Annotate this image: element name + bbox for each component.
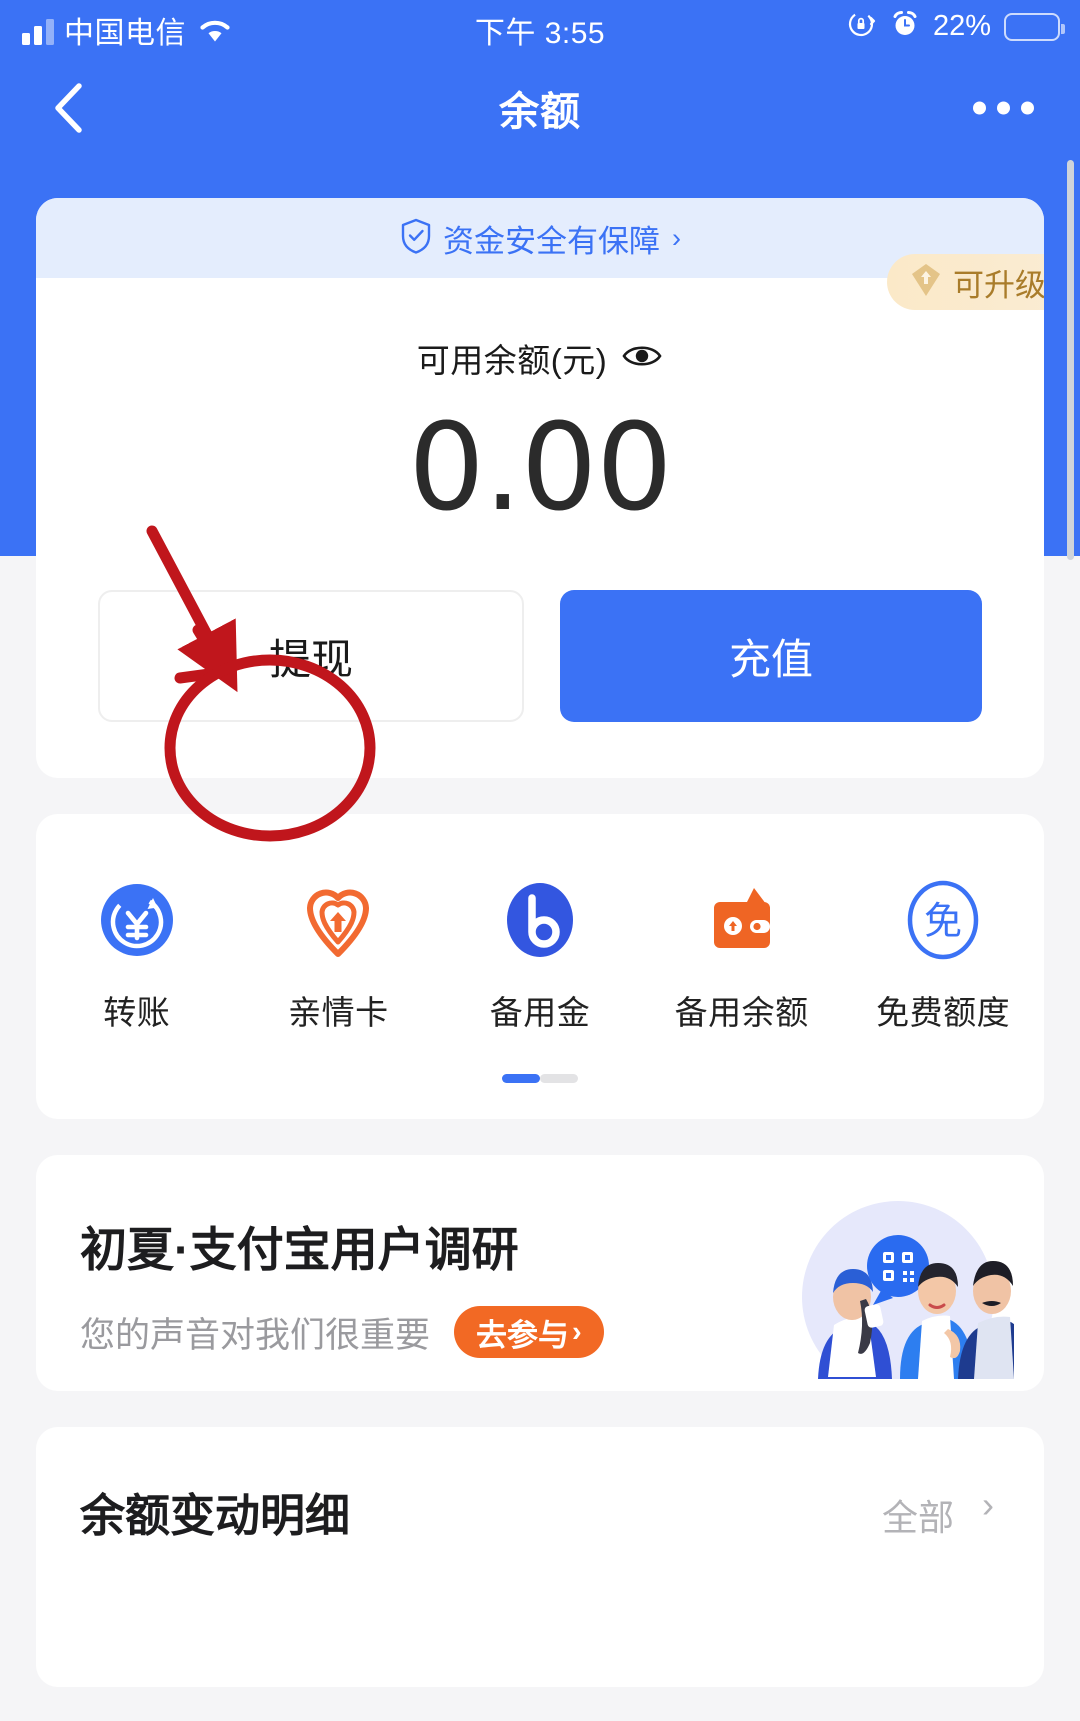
page-scroll-area[interactable]: 资金安全有保障 › 可升级 可用余额(元) 0.00 提现 充值 转账 亲情卡 … xyxy=(0,158,1080,1721)
back-chevron-icon[interactable] xyxy=(40,78,100,138)
battery-percent-label: 22% xyxy=(932,10,991,42)
eye-icon[interactable] xyxy=(621,341,663,376)
withdraw-button[interactable]: 提现 xyxy=(98,590,524,722)
shield-check-icon xyxy=(399,217,433,260)
survey-title: 初夏·支付宝用户调研 xyxy=(80,1223,519,1276)
balance-card: 资金安全有保障 › 可升级 可用余额(元) 0.00 提现 充值 xyxy=(36,198,1044,778)
upgrade-badge[interactable]: 可升级 xyxy=(887,254,1044,310)
survey-join-button[interactable]: 去参与 › xyxy=(454,1306,604,1358)
balance-amount: 0.00 xyxy=(408,399,672,538)
quick-action-label: 亲情卡 xyxy=(288,994,389,1031)
balance-detail-title: 余额变动明细 xyxy=(80,1490,351,1541)
balance-body: 可升级 可用余额(元) 0.00 提现 充值 xyxy=(36,254,1044,778)
vertical-scrollbar[interactable] xyxy=(1067,160,1074,560)
quick-actions-row: 转账 亲情卡 备用金 备用余额 免 免费额度 xyxy=(36,880,1044,1034)
status-bar-right: 22% xyxy=(847,9,1065,44)
survey-join-label: 去参与 xyxy=(476,1317,570,1353)
chevron-right-icon: › xyxy=(672,222,681,253)
rotation-lock-icon xyxy=(847,9,877,44)
quick-action-label: 转账 xyxy=(103,994,171,1031)
quick-action-label: 备用金 xyxy=(489,994,591,1031)
three-people-qr-illustration xyxy=(782,1169,1014,1379)
transfer-yuan-icon xyxy=(97,880,177,960)
survey-text-block: 初夏·支付宝用户调研 您的声音对我们很重要 去参与 › xyxy=(80,1211,604,1358)
alarm-clock-icon xyxy=(890,9,920,44)
battery-icon xyxy=(1004,12,1065,41)
quick-action-label: 备用余额 xyxy=(674,994,809,1031)
quick-action-transfer[interactable]: 转账 xyxy=(36,880,238,1034)
family-heart-icon xyxy=(298,880,378,960)
available-balance-label: 可用余额(元) xyxy=(416,342,608,379)
recharge-button[interactable]: 充值 xyxy=(560,590,982,722)
wallet-icon xyxy=(702,880,782,960)
quick-action-reserve-fund[interactable]: 备用金 xyxy=(439,880,641,1034)
survey-subtitle: 您的声音对我们很重要 xyxy=(80,1315,431,1355)
more-dots-icon[interactable] xyxy=(973,101,1034,115)
pagination-dot[interactable] xyxy=(540,1074,578,1083)
fund-safety-label: 资金安全有保障 xyxy=(443,223,660,259)
survey-subtitle-row: 您的声音对我们很重要 去参与 › xyxy=(80,1306,604,1358)
quick-action-family-card[interactable]: 亲情卡 xyxy=(238,880,440,1034)
chevron-right-icon: › xyxy=(572,1315,582,1348)
quick-action-label: 免费额度 xyxy=(876,994,1011,1031)
upgrade-badge-label: 可升级 xyxy=(953,267,1044,303)
diamond-upgrade-icon xyxy=(909,262,943,303)
beiyongjin-b-icon xyxy=(500,880,580,960)
balance-detail-all-label[interactable]: 全部 xyxy=(882,1489,954,1541)
balance-action-row: 提现 充值 xyxy=(36,532,1044,778)
navigation-bar: 余额 xyxy=(0,58,1080,158)
chevron-right-icon[interactable]: › xyxy=(982,1484,994,1526)
balance-label-row: 可用余额(元) xyxy=(36,334,1044,382)
quick-actions-pagination[interactable] xyxy=(36,1074,1044,1083)
quick-action-reserve-balance[interactable]: 备用余额 xyxy=(641,880,843,1034)
svg-text:免: 免 xyxy=(924,901,962,943)
survey-banner[interactable]: 初夏·支付宝用户调研 您的声音对我们很重要 去参与 › xyxy=(36,1155,1044,1391)
quick-action-free-quota[interactable]: 免 免费额度 xyxy=(842,880,1044,1034)
page-title: 余额 xyxy=(499,90,581,134)
balance-detail-card: 余额变动明细 全部 › xyxy=(36,1427,1044,1687)
free-quota-icon: 免 xyxy=(903,880,983,960)
quick-actions-card: 转账 亲情卡 备用金 备用余额 免 免费额度 xyxy=(36,814,1044,1119)
status-bar: 中国电信 下午 3:55 22% xyxy=(0,0,1080,58)
pagination-dot-active[interactable] xyxy=(502,1074,540,1083)
